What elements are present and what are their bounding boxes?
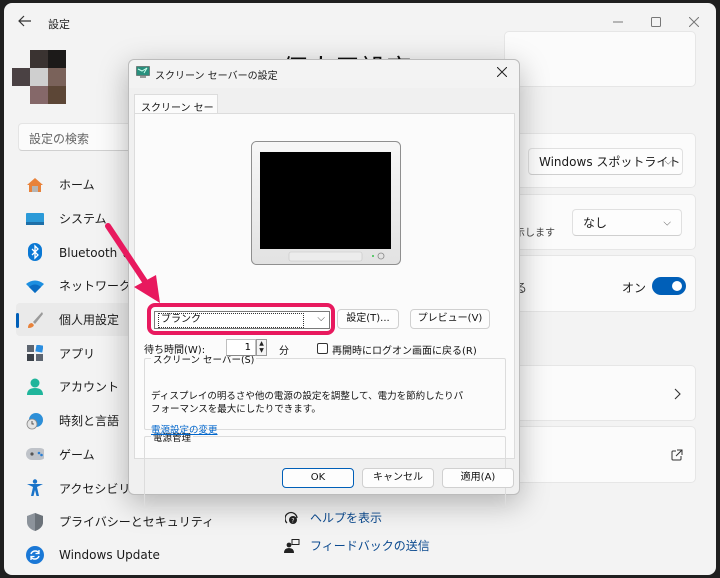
- dropdown-value: Windows スポットライト: [539, 155, 681, 169]
- sidebar-item-label: システム: [59, 212, 107, 227]
- sidebar-item-label: ホーム: [59, 178, 95, 193]
- dialog-close-button[interactable]: [491, 63, 513, 83]
- sidebar-item-label: 時刻と言語: [59, 414, 120, 429]
- gamepad-icon: [26, 445, 44, 463]
- chevron-down-icon: ⌵: [664, 156, 672, 167]
- help-link-label: ヘルプを表示: [310, 511, 383, 525]
- sidebar-item-privacy[interactable]: プライバシーとセキュリティ: [16, 505, 252, 539]
- screensaver-settings-button[interactable]: 設定(T)...: [337, 309, 399, 329]
- feedback-link-label: フィードバックの送信: [310, 539, 430, 553]
- system-icon: [26, 210, 44, 228]
- lock-status-description: 示します: [515, 228, 555, 239]
- sidebar-item-label: ゲーム: [59, 447, 95, 462]
- help-link[interactable]: ? ヘルプを表示: [284, 509, 382, 526]
- ok-button[interactable]: OK: [282, 468, 354, 488]
- dropdown-value: なし: [583, 216, 608, 230]
- bluetooth-icon: [26, 243, 44, 262]
- screensaver-app-icon: [136, 66, 150, 78]
- feedback-link[interactable]: フィードバックの送信: [284, 537, 430, 554]
- apply-button[interactable]: 適用(A): [442, 468, 514, 488]
- chevron-right-icon: [674, 388, 681, 400]
- toggle-state-label: オン: [622, 281, 647, 295]
- active-indicator: [16, 312, 19, 328]
- cancel-button[interactable]: キャンセル: [362, 468, 434, 488]
- signin-background-toggle[interactable]: [652, 277, 686, 295]
- dialog-title: スクリーン セーバーの設定: [155, 71, 278, 82]
- wait-time-spinner[interactable]: ▲ ▼: [256, 339, 267, 356]
- apps-icon: [26, 344, 44, 362]
- maximize-icon: [651, 17, 661, 27]
- spin-up-icon[interactable]: ▲: [257, 340, 266, 347]
- annotation-highlight-box: [147, 303, 335, 335]
- tab-screensaver[interactable]: スクリーン セーバー: [134, 94, 218, 129]
- account-icon: [26, 378, 44, 396]
- power-settings-link[interactable]: 電源設定の変更: [151, 422, 218, 436]
- avatar[interactable]: [12, 50, 66, 104]
- home-icon: [26, 176, 44, 194]
- screen-saver-card[interactable]: [504, 426, 696, 483]
- sidebar-item-windows-update[interactable]: Windows Update: [16, 539, 252, 573]
- resume-logon-checkbox[interactable]: [317, 343, 328, 354]
- lock-screen-background-card: Windows スポットライト ⌵: [504, 133, 696, 188]
- wait-time-label: 待ち時間(W):: [144, 345, 206, 356]
- brush-icon: [26, 311, 44, 329]
- sidebar-item-label: 個人用設定: [59, 313, 120, 328]
- back-button[interactable]: [16, 14, 34, 32]
- shield-icon: [26, 512, 44, 531]
- back-arrow-icon: [18, 15, 31, 27]
- lock-screen-status-card: 示します なし ⌵: [504, 194, 696, 250]
- lock-background-dropdown[interactable]: Windows スポットライト ⌵: [528, 148, 683, 175]
- monitor-preview: [251, 141, 401, 265]
- time-language-icon: [26, 412, 44, 430]
- dialog-title-bar: スクリーン セーバーの設定: [129, 60, 519, 88]
- screen-timeout-card[interactable]: [504, 365, 696, 421]
- feedback-icon: [284, 538, 300, 554]
- sidebar-item-label: アカウント: [59, 380, 120, 395]
- power-description: ディスプレイの明るさや他の電源の設定を調整して、電力を節約したりパフォーマンスを…: [151, 391, 464, 415]
- preview-button[interactable]: プレビュー(V): [410, 309, 490, 329]
- svg-text:?: ?: [291, 517, 294, 524]
- settings-card-header: [504, 31, 696, 87]
- wifi-icon: [26, 277, 44, 295]
- minimize-icon: [613, 21, 623, 23]
- sidebar-item-label: プライバシーとセキュリティ: [59, 515, 215, 530]
- chevron-down-icon: ⌵: [663, 217, 671, 228]
- accessibility-icon: [26, 479, 44, 497]
- sidebar-item-label: Windows Update: [59, 548, 160, 563]
- update-icon: [26, 546, 44, 565]
- close-icon: [496, 66, 508, 78]
- close-icon: [689, 17, 699, 27]
- screensaver-dialog: スクリーン セーバーの設定 スクリーン セーバー スクリーン セーバー(S) 電…: [128, 59, 520, 508]
- external-link-icon: [671, 449, 683, 461]
- help-icon: ?: [284, 510, 300, 526]
- search-placeholder: 設定の検索: [29, 132, 90, 146]
- spin-down-icon[interactable]: ▼: [257, 347, 266, 354]
- app-title: 設定: [48, 18, 70, 31]
- sidebar-item-label: アプリ: [59, 346, 96, 361]
- wait-time-input[interactable]: 1: [226, 339, 256, 356]
- resume-logon-label[interactable]: 再開時にログオン画面に戻る(R): [332, 342, 477, 357]
- wait-time-unit: 分: [279, 346, 289, 357]
- lock-status-dropdown[interactable]: なし ⌵: [572, 209, 682, 236]
